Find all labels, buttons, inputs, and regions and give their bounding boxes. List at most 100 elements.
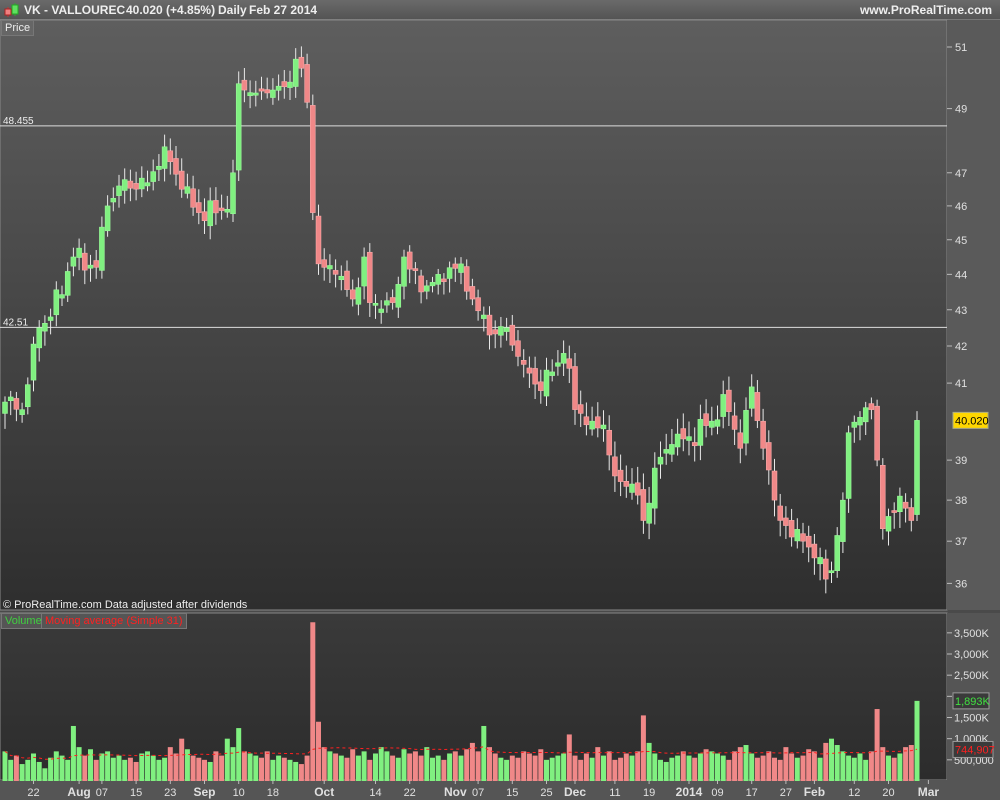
volume-bar-down <box>777 759 783 781</box>
candle-up <box>714 419 721 427</box>
candle-up <box>549 371 555 376</box>
volume-bar-up <box>110 757 116 781</box>
candle-down <box>264 89 270 94</box>
candle-down <box>577 404 584 414</box>
volume-bar-down <box>316 721 321 781</box>
volume-bar-up <box>447 753 453 781</box>
candle-down <box>167 150 174 162</box>
candle-down <box>595 416 601 429</box>
volume-bar-down <box>760 755 766 781</box>
price-tick-label: 39 <box>955 455 967 467</box>
volume-bar-down <box>618 757 624 781</box>
volume-bar-up <box>720 755 726 781</box>
volume-bar-down <box>692 757 698 781</box>
candle-up <box>748 386 755 409</box>
volume-bar-up <box>19 764 25 781</box>
candle-up <box>235 83 242 171</box>
volume-bar-up <box>846 755 852 781</box>
volume-bar-down <box>811 751 817 781</box>
candle-up <box>42 323 48 332</box>
volume-bar-up <box>338 755 344 781</box>
candle-up <box>161 146 168 169</box>
volume-bar-up <box>424 747 430 781</box>
volume-bar-up <box>42 768 48 781</box>
candle-down <box>623 481 630 487</box>
volume-bar-down <box>903 747 909 781</box>
candle-down <box>726 389 732 412</box>
volume-bar-down <box>475 751 481 781</box>
volume-bar-up <box>247 753 253 781</box>
date-tick-label: 23 <box>164 787 176 799</box>
volume-bar-down <box>868 751 874 781</box>
price-tick-label: 37 <box>955 536 967 548</box>
candle-up <box>116 185 122 196</box>
candle-down <box>93 260 99 268</box>
volume-tab[interactable]: Volume <box>1 613 46 629</box>
volume-bar-down <box>766 751 772 781</box>
volume-bar-down <box>492 753 498 781</box>
volume-bar-up <box>834 745 840 781</box>
price-tick-label: 42 <box>955 341 967 353</box>
candle-down <box>617 469 624 482</box>
volume-bar-down <box>344 757 350 781</box>
volume-bar-up <box>236 728 242 781</box>
price-tab[interactable]: Price <box>1 20 35 36</box>
candle-down <box>520 360 527 365</box>
date-tick-label: 15 <box>130 787 142 799</box>
volume-bar-down <box>509 755 515 781</box>
volume-bar-up <box>224 738 230 781</box>
price-pane[interactable] <box>0 19 948 611</box>
candle-up <box>897 495 903 512</box>
volume-bar-down <box>418 755 424 781</box>
candle-down <box>127 180 134 189</box>
volume-bar-up <box>139 753 145 781</box>
candle-down <box>583 416 590 426</box>
candle-down <box>800 533 806 542</box>
volume-bar-down <box>566 734 572 781</box>
candle-up <box>720 394 726 417</box>
candle-down <box>258 88 265 92</box>
volume-bar-down <box>532 755 538 781</box>
candle-up <box>663 449 669 454</box>
candle-up <box>395 284 402 308</box>
volume-bar-down <box>823 742 829 781</box>
date-tick-label: Mar <box>918 785 940 799</box>
volume-bar-down <box>190 755 196 781</box>
date-tick-label: 12 <box>848 787 860 799</box>
candle-up <box>857 417 863 426</box>
volume-bar-down <box>82 755 88 781</box>
volume-bar-up <box>549 757 555 781</box>
last-price-label: 40.020 <box>955 415 989 427</box>
volume-bar-up <box>401 749 407 781</box>
volume-bar-down <box>202 759 207 781</box>
candle-up <box>851 421 858 428</box>
candle-down <box>891 510 897 513</box>
volume-bar-up <box>589 757 595 781</box>
candle-up <box>743 410 749 444</box>
volume-bar-up <box>857 753 863 781</box>
candle-up <box>150 171 156 182</box>
candle-up <box>424 285 430 292</box>
date-tick-label: Dec <box>564 785 586 799</box>
volume-bar-up <box>646 742 652 781</box>
date-tick-label: 22 <box>404 787 416 799</box>
volume-tick-label: 3,500K <box>954 628 990 640</box>
candle-down <box>452 263 459 269</box>
volume-bar-down <box>612 759 618 781</box>
candle-down <box>680 428 687 440</box>
candle-up <box>270 89 276 98</box>
date-tick-label: 09 <box>711 787 723 799</box>
chart-canvas[interactable]: 48.455 42.51 51 49 47 46 45 44 43 42 41 39 38 37 36 40.… <box>0 0 1000 800</box>
candle-up <box>184 186 191 194</box>
volume-tick-label: 2,500K <box>954 670 990 682</box>
date-tick-label: 19 <box>643 787 655 799</box>
date-tick-label: 10 <box>233 787 245 799</box>
volume-bar-up <box>555 755 561 781</box>
moving-average-tab[interactable]: Moving average (Simple 31) <box>41 613 187 629</box>
volume-bar-down <box>441 759 447 781</box>
volume-bar-up <box>230 747 236 781</box>
candle-up <box>555 362 561 367</box>
volume-bar-up <box>601 755 606 781</box>
candle-down <box>310 105 316 213</box>
candle-down <box>281 81 288 88</box>
